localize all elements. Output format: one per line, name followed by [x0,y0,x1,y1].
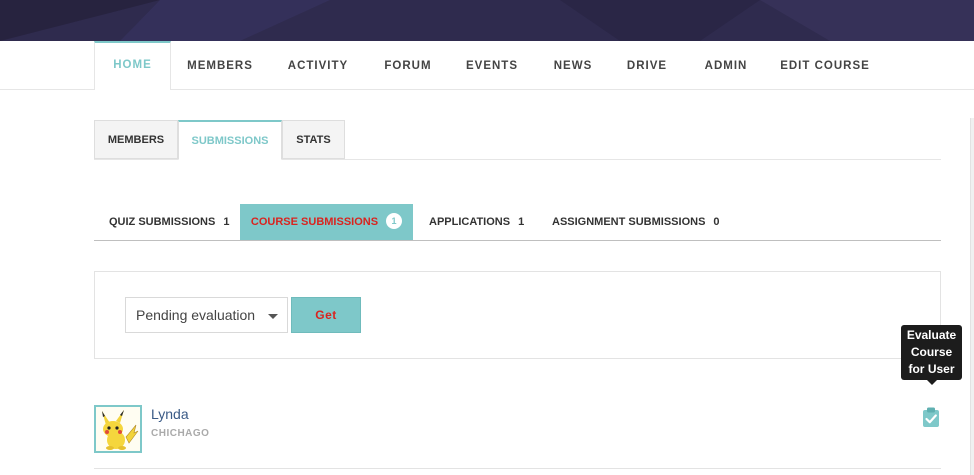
nav-drive[interactable]: DRIVE [612,42,682,90]
status-select-value: Pending evaluation [136,307,256,323]
user-location: CHICHAGO [151,428,210,439]
nav-activity[interactable]: ACTIVITY [272,42,364,90]
nav-home[interactable]: HOME [94,41,171,90]
banner-background [0,0,974,41]
tab-assignment-submissions[interactable]: ASSIGNMENT SUBMISSIONS 0 [552,204,720,240]
tooltip-line-3: for User [908,362,955,376]
subtab-stats[interactable]: STATS [282,120,345,159]
tab-course-submissions-count-badge: 1 [386,213,403,230]
pikachu-avatar[interactable] [94,405,142,453]
submission-tabs-divider [94,240,941,241]
tab-assignment-submissions-label: ASSIGNMENT SUBMISSIONS [552,216,706,228]
tab-applications-label: APPLICATIONS [429,216,511,228]
tab-course-submissions[interactable]: COURSE SUBMISSIONS 1 [240,204,413,240]
nav-members[interactable]: MEMBERS [172,42,268,90]
header-banner [0,0,974,41]
nav-events[interactable]: EVENTS [452,42,532,90]
pikachu-avatar-image [96,407,140,451]
tooltip-line-2: Course [910,345,953,359]
get-button[interactable]: Get [291,297,361,333]
user-name-link[interactable]: Lynda [151,406,189,422]
evaluate-tooltip: Evaluate Course for User [901,325,962,385]
nav-forum[interactable]: FORUM [368,42,448,90]
subtab-submissions[interactable]: SUBMISSIONS [178,120,282,160]
subtab-members[interactable]: MEMBERS [94,120,178,159]
chevron-down-icon [268,314,278,319]
course-nav: HOME MEMBERS ACTIVITY FORUM EVENTS NEWS … [0,41,974,90]
tab-course-submissions-label: COURSE SUBMISSIONS [250,216,379,228]
page-scrollbar[interactable] [970,118,974,475]
tooltip-arrow [927,380,937,385]
submission-row: Lynda CHICHAGO [94,395,941,469]
nav-edit-course[interactable]: EDIT COURSE [770,42,880,90]
clipboard-check-icon-svg [923,407,939,427]
tab-quiz-submissions-count: 1 [223,216,230,228]
tooltip-line-1: Evaluate [906,328,957,342]
tab-applications[interactable]: APPLICATIONS 1 [429,204,524,240]
status-select[interactable]: Pending evaluation [125,297,288,333]
nav-admin[interactable]: ADMIN [688,42,764,90]
tab-assignment-submissions-count: 0 [713,216,720,228]
tab-quiz-submissions-label: QUIZ SUBMISSIONS [109,216,216,228]
tab-quiz-submissions[interactable]: QUIZ SUBMISSIONS 1 [109,204,229,240]
clipboard-check-icon[interactable] [920,406,942,428]
nav-news[interactable]: NEWS [538,42,608,90]
tab-applications-count: 1 [518,216,525,228]
